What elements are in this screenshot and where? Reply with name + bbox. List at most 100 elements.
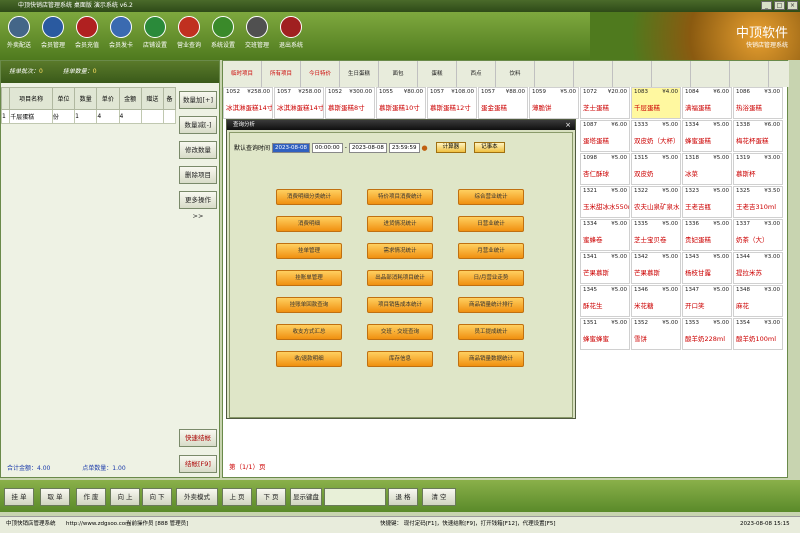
category-tab[interactable]: 面包 xyxy=(379,61,418,87)
category-tab[interactable] xyxy=(535,61,574,87)
toolbar-button[interactable]: 外卖配送 xyxy=(4,16,34,49)
table-row[interactable]: 1 千层蛋糕份 1 4 4 xyxy=(0,109,177,124)
report-button[interactable]: 库存信息 xyxy=(367,351,433,367)
bottom-button[interactable]: 向 下 xyxy=(142,488,172,506)
bottom-button[interactable]: 向 上 xyxy=(110,488,140,506)
bottom-button[interactable]: 下 页 xyxy=(256,488,286,506)
product-tile[interactable]: 1343 ¥5.00 杨枝甘露 xyxy=(682,252,732,284)
product-tile[interactable]: 1334 ¥5.00 蜜蜂卷 xyxy=(580,219,630,251)
report-button[interactable]: 消费明细分类统计 xyxy=(276,189,342,205)
product-tile[interactable]: 1336 ¥5.00 贵妃蛋糕 xyxy=(682,219,732,251)
toolbar-button[interactable]: 店铺设置 xyxy=(140,16,170,49)
report-button[interactable]: 月营业统计 xyxy=(458,243,524,259)
product-tile[interactable]: 1057 ¥108.00 慕斯蛋糕12寸 xyxy=(427,87,477,119)
time-from-input[interactable]: 00:00:00 xyxy=(311,142,343,153)
category-tab[interactable]: 西点 xyxy=(457,61,496,87)
toolbar-button[interactable]: 退出系统 xyxy=(276,16,306,49)
product-tile[interactable]: 1318 ¥5.00 冰菜 xyxy=(682,153,732,185)
product-tile[interactable]: 1347 ¥5.00 开口笑 xyxy=(682,285,732,317)
product-tile[interactable]: 1338 ¥6.00 梅花杯蛋糕 xyxy=(733,120,783,152)
category-tab[interactable] xyxy=(691,61,730,87)
bottom-button[interactable]: 挂 单 xyxy=(4,488,34,506)
report-button[interactable]: 特价项目消费统计 xyxy=(367,189,433,205)
product-tile[interactable]: 1059 ¥5.00 薄脆饼 xyxy=(529,87,579,119)
product-tile[interactable]: 1342 ¥5.00 芒果慕斯 xyxy=(631,252,681,284)
bottom-button[interactable]: 取 单 xyxy=(40,488,70,506)
product-tile[interactable]: 1333 ¥5.00 双皮奶（大杯） xyxy=(631,120,681,152)
product-tile[interactable]: 1353 ¥5.00 酸羊奶228ml xyxy=(682,318,732,350)
report-button[interactable]: 挂单管理 xyxy=(276,243,342,259)
report-button[interactable]: 挂账单管理 xyxy=(276,270,342,286)
report-button[interactable]: 进货情况统计 xyxy=(367,216,433,232)
product-tile[interactable]: 1352 ¥5.00 雪饼 xyxy=(631,318,681,350)
product-tile[interactable]: 1055 ¥80.00 慕斯蛋糕10寸 xyxy=(376,87,426,119)
product-tile[interactable]: 1345 ¥5.00 酥花生 xyxy=(580,285,630,317)
product-tile[interactable]: 1315 ¥5.00 双皮奶 xyxy=(631,153,681,185)
notepad-button[interactable]: 记事本 xyxy=(474,142,505,153)
product-tile[interactable]: 1337 ¥3.00 奶茶（大） xyxy=(733,219,783,251)
product-tile[interactable]: 1346 ¥5.00 米花糖 xyxy=(631,285,681,317)
report-button[interactable]: 收/退款明细 xyxy=(276,351,342,367)
product-tile[interactable]: 1344 ¥3.00 提拉米苏 xyxy=(733,252,783,284)
product-tile[interactable]: 1319 ¥3.00 慕斯杯 xyxy=(733,153,783,185)
product-tile[interactable]: 1348 ¥3.00 麻花 xyxy=(733,285,783,317)
product-tile[interactable]: 1354 ¥3.00 酸羊奶100ml xyxy=(733,318,783,350)
product-tile[interactable]: 1323 ¥5.00 王老吉瓶 xyxy=(682,186,732,218)
minimize-button[interactable]: _ xyxy=(761,1,772,10)
category-tab[interactable] xyxy=(730,61,769,87)
bottom-button[interactable]: 外卖模式 xyxy=(176,488,218,506)
keyboard-input[interactable] xyxy=(324,488,386,506)
product-tile[interactable]: 1057 ¥88.00 蛋金蛋糕 xyxy=(478,87,528,119)
product-tile[interactable]: 1072 ¥20.00 芝士蛋糕 xyxy=(580,87,630,119)
bottom-button[interactable]: 退 格 xyxy=(388,488,418,506)
close-button[interactable]: × xyxy=(787,1,798,10)
dialog-close-icon[interactable]: × xyxy=(565,120,571,130)
product-tile[interactable]: 1341 ¥5.00 芒果慕斯 xyxy=(580,252,630,284)
product-tile[interactable]: 1322 ¥5.00 农夫山泉矿泉水 xyxy=(631,186,681,218)
bottom-button[interactable]: 显示键盘 xyxy=(290,488,322,506)
report-button[interactable]: 商品销量统计排行 xyxy=(458,297,524,313)
order-action-button[interactable]: 数量加[+] xyxy=(179,91,217,109)
category-tab[interactable]: 所有项目 xyxy=(262,61,301,87)
order-action-button[interactable]: 修改数量 xyxy=(179,141,217,159)
report-button[interactable]: 收支方式汇总 xyxy=(276,324,342,340)
toolbar-button[interactable]: 营业查询 xyxy=(174,16,204,49)
category-tab[interactable]: 蛋糕 xyxy=(418,61,457,87)
category-tab[interactable] xyxy=(574,61,613,87)
product-tile[interactable]: 1084 ¥6.00 满福蛋糕 xyxy=(682,87,732,119)
product-tile[interactable]: 1334 ¥5.00 蜂蜜蛋糕 xyxy=(682,120,732,152)
category-tab[interactable] xyxy=(613,61,652,87)
product-tile[interactable]: 1321 ¥5.00 玉米甜冰水550ml xyxy=(580,186,630,218)
category-tab[interactable]: 今日特价 xyxy=(301,61,340,87)
report-button[interactable]: 交班 · 交班查询 xyxy=(367,324,433,340)
quick-checkout-button[interactable]: 快速结帐 xyxy=(179,429,217,447)
report-button[interactable]: 日营业统计 xyxy=(458,216,524,232)
product-tile[interactable]: 1083 ¥4.00 千层蛋糕 xyxy=(631,87,681,119)
report-button[interactable]: 挂账单回款查询 xyxy=(276,297,342,313)
report-button[interactable]: 综合营业统计 xyxy=(458,189,524,205)
product-tile[interactable]: 1325 ¥3.50 王老吉310ml xyxy=(733,186,783,218)
bottom-button[interactable]: 清 空 xyxy=(422,488,456,506)
order-action-button[interactable]: 更多操作>> xyxy=(179,191,217,220)
report-button[interactable]: 出品部消耗项目统计 xyxy=(367,270,433,286)
refresh-icon[interactable]: ● xyxy=(422,144,428,152)
report-button[interactable]: 日/月营业走势 xyxy=(458,270,524,286)
order-action-button[interactable]: 删除项目 xyxy=(179,166,217,184)
bottom-button[interactable]: 上 页 xyxy=(222,488,252,506)
calculator-button[interactable]: 计算器 xyxy=(435,142,467,153)
date-from-input[interactable]: 2023-08-08 xyxy=(272,142,310,153)
product-tile[interactable]: 1086 ¥3.00 热浴蛋糕 xyxy=(733,87,783,119)
report-button[interactable]: 商品销量数据统计 xyxy=(458,351,524,367)
toolbar-button[interactable]: 系统设置 xyxy=(208,16,238,49)
product-tile[interactable]: 1057 ¥258.00 冰淇淋蛋糕14寸 xyxy=(274,87,324,119)
toolbar-button[interactable]: 交班管理 xyxy=(242,16,272,49)
product-tile[interactable]: 1087 ¥6.00 蛋塔蛋糕 xyxy=(580,120,630,152)
toolbar-button[interactable]: 会员发卡 xyxy=(106,16,136,49)
report-button[interactable]: 员工提成统计 xyxy=(458,324,524,340)
product-tile[interactable]: 1052 ¥300.00 慕斯蛋糕8寸 xyxy=(325,87,375,119)
category-tab[interactable]: 饮料 xyxy=(496,61,535,87)
toolbar-button[interactable]: 会员管理 xyxy=(38,16,68,49)
product-tile[interactable]: 1098 ¥5.00 杏仁酥球 xyxy=(580,153,630,185)
product-tile[interactable]: 1351 ¥5.00 蜂蜜蜂蜜 xyxy=(580,318,630,350)
category-tab[interactable]: 生日蛋糕 xyxy=(340,61,379,87)
